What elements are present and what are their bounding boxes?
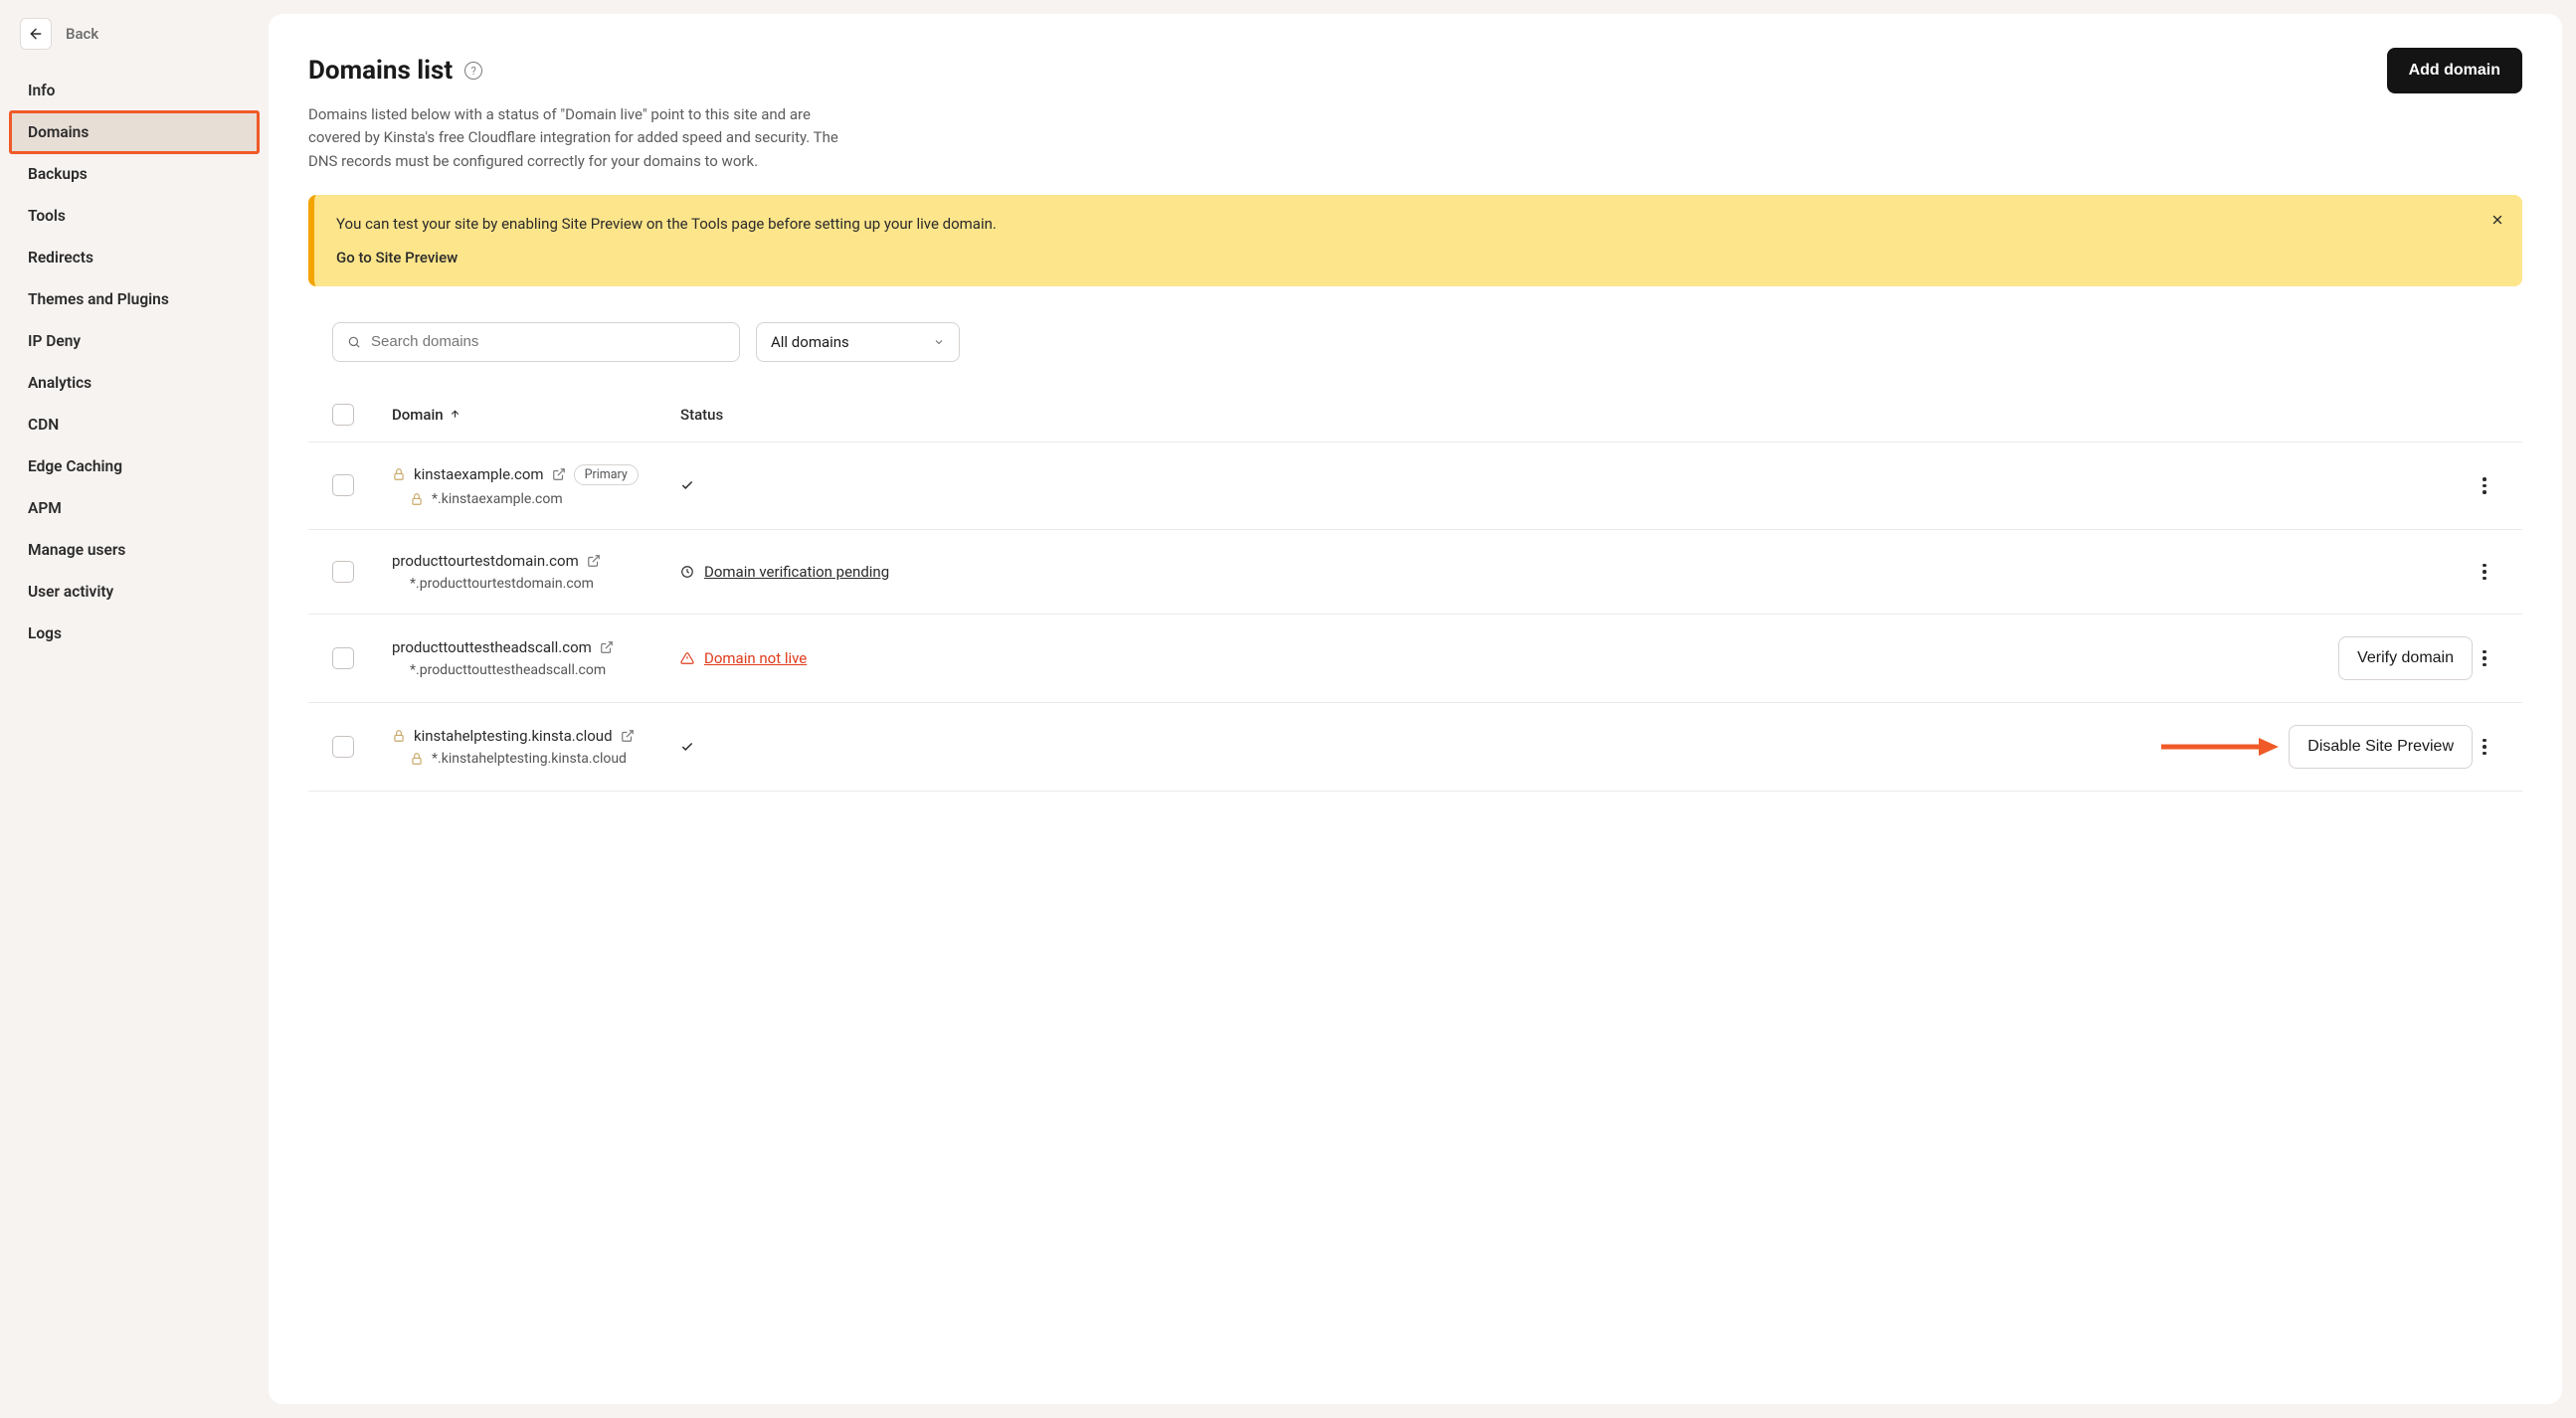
domains-table: Domain Status kinstaexample.com Primary *.… xyxy=(308,404,2522,792)
help-icon[interactable]: ? xyxy=(464,62,482,80)
verify-domain-button[interactable]: Verify domain xyxy=(2338,636,2473,680)
domain-name[interactable]: kinstaexample.com xyxy=(414,465,544,483)
search-icon xyxy=(347,335,361,349)
lock-icon xyxy=(410,752,424,766)
check-icon xyxy=(680,740,694,754)
row-checkbox[interactable] xyxy=(332,736,354,758)
domain-name[interactable]: kinstahelptesting.kinsta.cloud xyxy=(414,727,613,745)
external-link-icon xyxy=(587,554,601,568)
sidebar-item-cdn[interactable]: CDN xyxy=(10,404,259,445)
lock-icon xyxy=(410,492,424,506)
row-checkbox[interactable] xyxy=(332,561,354,583)
lock-icon xyxy=(392,467,406,481)
wildcard-domain: *.producttourtestdomain.com xyxy=(410,576,594,592)
column-status: Status xyxy=(680,404,2144,426)
warning-icon xyxy=(680,651,694,665)
table-row: producttourtestdomain.com *.producttourte… xyxy=(308,530,2522,615)
info-banner: You can test your site by enabling Site … xyxy=(308,195,2522,286)
external-link-icon xyxy=(552,467,566,481)
chevron-down-icon xyxy=(933,336,945,348)
domain-name[interactable]: producttourtestdomain.com xyxy=(392,552,579,570)
close-icon xyxy=(2490,213,2504,227)
select-all-checkbox[interactable] xyxy=(332,404,354,426)
sidebar-item-backups[interactable]: Backups xyxy=(10,153,259,195)
add-domain-button[interactable]: Add domain xyxy=(2387,48,2522,93)
sidebar-item-tools[interactable]: Tools xyxy=(10,195,259,237)
banner-text: You can test your site by enabling Site … xyxy=(336,215,2500,233)
sidebar-item-apm[interactable]: APM xyxy=(10,487,259,529)
filter-selected-label: All domains xyxy=(771,333,849,351)
column-domain[interactable]: Domain xyxy=(392,404,680,426)
sidebar-item-user-activity[interactable]: User activity xyxy=(10,571,259,613)
row-menu-button[interactable] xyxy=(2473,560,2496,584)
sort-asc-icon xyxy=(450,409,460,420)
sidebar-item-logs[interactable]: Logs xyxy=(10,613,259,654)
banner-close-button[interactable] xyxy=(2490,211,2504,232)
domain-filter-select[interactable]: All domains xyxy=(756,322,960,362)
row-menu-button[interactable] xyxy=(2473,473,2496,497)
row-menu-button[interactable] xyxy=(2473,735,2496,759)
clock-icon xyxy=(680,565,694,579)
table-row: producttouttestheadscall.com *.producttou… xyxy=(308,615,2522,703)
sidebar-item-manage-users[interactable]: Manage users xyxy=(10,529,259,571)
status-link[interactable]: Domain not live xyxy=(704,649,807,667)
main-panel: Domains list ? Add domain Domains listed… xyxy=(269,14,2562,1404)
sidebar-item-themes-and-plugins[interactable]: Themes and Plugins xyxy=(10,278,259,320)
back-button[interactable] xyxy=(20,18,52,50)
check-icon xyxy=(680,478,694,492)
domain-name[interactable]: producttouttestheadscall.com xyxy=(392,638,592,656)
external-link-icon xyxy=(600,640,614,654)
wildcard-domain: *.producttouttestheadscall.com xyxy=(410,662,606,678)
row-checkbox[interactable] xyxy=(332,647,354,669)
sidebar-item-edge-caching[interactable]: Edge Caching xyxy=(10,445,259,487)
wildcard-domain: *.kinstaexample.com xyxy=(432,491,563,507)
search-domains-input[interactable] xyxy=(371,333,725,350)
banner-link[interactable]: Go to Site Preview xyxy=(336,249,2500,266)
sidebar-item-redirects[interactable]: Redirects xyxy=(10,237,259,278)
table-row: kinstahelptesting.kinsta.cloud *.kinstahe… xyxy=(308,703,2522,792)
external-link-icon xyxy=(621,729,635,743)
sidebar: Back InfoDomainsBackupsToolsRedirectsThe… xyxy=(0,0,269,1418)
sidebar-nav: InfoDomainsBackupsToolsRedirectsThemes a… xyxy=(0,70,269,654)
page-title: Domains list xyxy=(308,56,453,86)
sidebar-item-analytics[interactable]: Analytics xyxy=(10,362,259,404)
search-domains-input-wrap[interactable] xyxy=(332,322,740,362)
lock-icon xyxy=(392,729,406,743)
disable-site-preview-button[interactable]: Disable Site Preview xyxy=(2289,725,2473,769)
page-subtitle: Domains listed below with a status of "D… xyxy=(308,103,865,173)
wildcard-domain: *.kinstahelptesting.kinsta.cloud xyxy=(432,751,627,767)
primary-badge: Primary xyxy=(574,464,639,485)
table-row: kinstaexample.com Primary *.kinstaexample.… xyxy=(308,443,2522,530)
sidebar-item-ip-deny[interactable]: IP Deny xyxy=(10,320,259,362)
sidebar-item-info[interactable]: Info xyxy=(10,70,259,111)
annotation-arrow-icon xyxy=(2159,738,2279,756)
row-checkbox[interactable] xyxy=(332,474,354,496)
table-header: Domain Status xyxy=(308,404,2522,443)
sidebar-item-domains[interactable]: Domains xyxy=(10,111,259,153)
row-menu-button[interactable] xyxy=(2473,646,2496,670)
status-link[interactable]: Domain verification pending xyxy=(704,563,889,581)
arrow-left-icon xyxy=(28,26,44,42)
back-label: Back xyxy=(66,25,98,43)
